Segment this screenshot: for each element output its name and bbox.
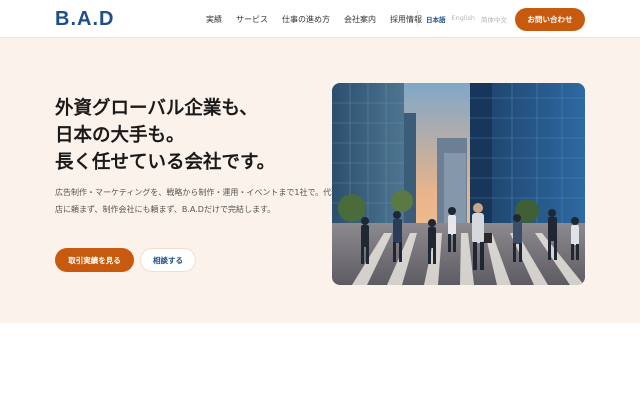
lower-section: [0, 323, 640, 400]
hero-city-photo: [332, 83, 585, 285]
site-header: B.A.D 実績 サービス 仕事の進め方 会社案内 採用情報 日本語 Engli…: [0, 0, 640, 38]
language-english[interactable]: English: [452, 14, 475, 24]
contact-button[interactable]: お問い合わせ: [515, 8, 585, 31]
hero-headline: 外資グローバル企業も、 日本の大手も。 長く任せている会社です。: [55, 95, 275, 176]
view-works-button[interactable]: 取引実績を見る: [55, 248, 134, 272]
consult-button[interactable]: 相談する: [140, 248, 196, 272]
main-nav: 実績 サービス 仕事の進め方 会社案内 採用情報: [206, 14, 422, 25]
hero-description: 広告制作・マーケティングを、戦略から制作・運用・イベントまで1社で。代理店に頼ま…: [55, 188, 340, 214]
language-japanese[interactable]: 日本語: [426, 14, 446, 24]
logo[interactable]: B.A.D: [55, 8, 114, 31]
headline-line: 日本の大手も。: [55, 125, 185, 146]
headline-line: 長く任せている会社です。: [55, 152, 276, 173]
hero-section: 外資グローバル企業も、 日本の大手も。 長く任せている会社です。 広告制作・マー…: [0, 38, 640, 323]
nav-item-works[interactable]: 実績: [206, 14, 222, 25]
headline-line: 外資グローバル企業も、: [55, 98, 258, 119]
nav-item-company[interactable]: 会社案内: [344, 14, 376, 25]
nav-item-process[interactable]: 仕事の進め方: [282, 14, 330, 25]
language-switcher: 日本語 English 简体中文: [426, 14, 507, 24]
language-divider: [417, 11, 418, 26]
language-chinese[interactable]: 简体中文: [481, 14, 507, 24]
nav-item-services[interactable]: サービス: [236, 14, 268, 25]
